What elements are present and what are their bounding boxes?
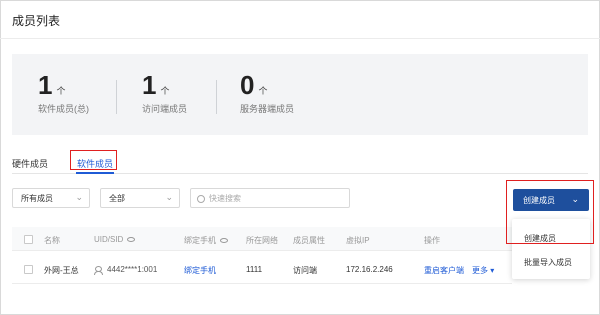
stat-unit: 个 bbox=[56, 86, 66, 96]
restart-client-link[interactable]: 重启客户端 bbox=[424, 265, 464, 276]
table-row: 外网-王总 4442****1:001 绑定手机 1111 访问端 172.16… bbox=[12, 256, 512, 284]
column-label: 绑定手机 bbox=[184, 236, 216, 245]
bind-phone-link[interactable]: 绑定手机 bbox=[184, 265, 216, 276]
menu-item-batch-import[interactable]: 批量导入成员 bbox=[524, 257, 572, 268]
caret-down-icon: ▾ bbox=[490, 266, 495, 275]
stat-label: 服务器端成员 bbox=[240, 104, 295, 114]
tab-hardware-members[interactable]: 硬件成员 bbox=[12, 157, 48, 170]
column-header-network: 所在网络 bbox=[246, 236, 278, 245]
row-checkbox[interactable] bbox=[24, 265, 33, 274]
select-value: 所有成员 bbox=[21, 194, 53, 203]
member-virtual-ip: 172.16.2.246 bbox=[346, 265, 393, 274]
stat-unit: 个 bbox=[258, 86, 268, 96]
column-header-phone: 绑定手机 bbox=[184, 235, 228, 246]
stat-server-members: 0个 服务器端成员 bbox=[240, 72, 294, 115]
highlight-box-create bbox=[506, 180, 594, 244]
header-divider bbox=[0, 38, 600, 39]
eye-icon[interactable] bbox=[127, 237, 136, 243]
chevron-down-icon: ⌄ bbox=[165, 192, 173, 202]
chevron-down-icon: ⌄ bbox=[75, 192, 83, 202]
active-tab-indicator bbox=[76, 172, 115, 174]
scope-select[interactable]: 全部 ⌄ bbox=[100, 188, 180, 208]
stat-value: 0 bbox=[240, 70, 255, 100]
select-all-checkbox[interactable] bbox=[24, 235, 33, 244]
search-placeholder: 快速搜索 bbox=[209, 194, 241, 203]
uid-value: 4442****1:001 bbox=[107, 265, 158, 274]
select-value: 全部 bbox=[109, 194, 125, 203]
stat-access-members: 1个 访问端成员 bbox=[142, 72, 187, 115]
column-header-uid: UID/SID bbox=[94, 235, 136, 244]
member-uid: 4442****1:001 bbox=[94, 265, 158, 275]
column-header-attribute: 成员属性 bbox=[293, 236, 325, 245]
member-type-select[interactable]: 所有成员 ⌄ bbox=[12, 188, 90, 208]
page-title: 成员列表 bbox=[12, 14, 61, 28]
member-attribute: 访问端 bbox=[293, 266, 317, 275]
member-name: 外网-王总 bbox=[44, 266, 79, 275]
highlight-box-tab bbox=[70, 150, 117, 170]
table-header: 名称 UID/SID 绑定手机 所在网络 成员属性 虚拟IP 操作 bbox=[12, 227, 512, 251]
stat-divider bbox=[216, 80, 217, 114]
stat-unit: 个 bbox=[160, 86, 170, 96]
stat-software-total: 1个 软件成员(总) bbox=[38, 72, 89, 115]
eye-icon[interactable] bbox=[220, 238, 228, 244]
stat-label: 软件成员(总) bbox=[38, 104, 89, 114]
person-icon bbox=[94, 265, 103, 275]
stats-panel: 1个 软件成员(总) 1个 访问端成员 0个 服务器端成员 bbox=[12, 54, 588, 135]
search-icon bbox=[197, 195, 205, 203]
column-label: UID/SID bbox=[94, 235, 124, 244]
more-label: 更多 bbox=[472, 266, 488, 275]
stat-value: 1 bbox=[142, 70, 157, 100]
column-header-actions: 操作 bbox=[424, 236, 440, 245]
search-input[interactable]: 快速搜索 bbox=[190, 188, 350, 208]
column-header-virtual-ip: 虚拟IP bbox=[346, 236, 370, 245]
member-network: 1111 bbox=[246, 265, 263, 274]
stat-value: 1 bbox=[38, 70, 53, 100]
more-actions-link[interactable]: 更多 ▾ bbox=[472, 265, 494, 276]
stat-label: 访问端成员 bbox=[142, 104, 188, 114]
stat-divider bbox=[116, 80, 117, 114]
column-header-name: 名称 bbox=[44, 236, 60, 245]
